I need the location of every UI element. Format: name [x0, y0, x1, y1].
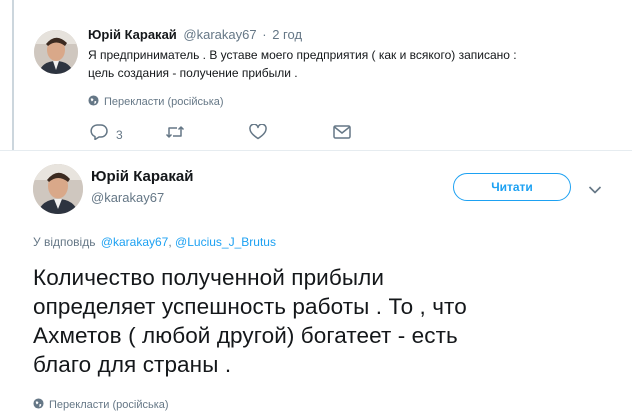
globe-icon [88, 95, 99, 109]
tweet-text-line: Количество полученной прибыли [33, 265, 385, 290]
tweet-text-line: Я предприниматель . В уставе моего предп… [88, 48, 517, 62]
reply-count: 3 [116, 127, 123, 142]
mention-separator: , [168, 235, 172, 249]
reply-button[interactable]: 3 [90, 124, 123, 145]
retweet-icon [165, 124, 185, 145]
chevron-down-icon [588, 182, 602, 200]
translate-link[interactable]: Перекласти (російська) [88, 95, 224, 109]
tweet-text-line: Ахметов ( любой другой) богатеет - есть [33, 323, 458, 348]
timestamp[interactable]: 2 год [272, 27, 302, 42]
author-handle[interactable]: @karakay67 [183, 27, 256, 42]
replying-to: У відповідь @karakay67, @Lucius_J_Brutus [33, 235, 276, 249]
separator: · [262, 27, 267, 42]
reply-tweet-text: Я предприниматель . В уставе моего предп… [88, 46, 517, 82]
mention-link[interactable]: @Lucius_J_Brutus [175, 235, 276, 249]
author-handle[interactable]: @karakay67 [91, 190, 164, 205]
avatar[interactable] [34, 30, 78, 74]
translate-label: Перекласти (російська) [104, 96, 224, 108]
author-name[interactable]: Юрій Каракай [88, 27, 177, 42]
tweet-text-line: цель создания - получение прибыли . [88, 66, 298, 80]
reply-tweet-header: Юрій Каракай @karakay67 · 2 год [88, 27, 302, 42]
message-icon [333, 125, 351, 144]
tweet-text-line: определяет успешность работы . То , что [33, 294, 467, 319]
direct-message-button[interactable] [333, 125, 351, 144]
retweet-button[interactable] [165, 124, 185, 145]
like-button[interactable] [249, 123, 267, 145]
thread-line [12, 0, 14, 150]
tweet-divider [0, 150, 632, 151]
like-icon [249, 123, 267, 145]
translate-label: Перекласти (російська) [49, 399, 169, 411]
tweet-text: Количество полученной прибыли определяет… [33, 263, 467, 379]
reply-icon [90, 124, 108, 145]
avatar[interactable] [33, 164, 83, 214]
tweet-menu-button[interactable] [588, 182, 602, 200]
globe-icon [33, 398, 44, 412]
tweet-text-line: благо для страны . [33, 352, 232, 377]
follow-button[interactable]: Читати [453, 173, 571, 201]
mention-link[interactable]: @karakay67 [101, 235, 169, 249]
replying-to-prefix: У відповідь [33, 235, 96, 249]
translate-link[interactable]: Перекласти (російська) [33, 398, 169, 412]
author-name[interactable]: Юрій Каракай [91, 168, 193, 185]
